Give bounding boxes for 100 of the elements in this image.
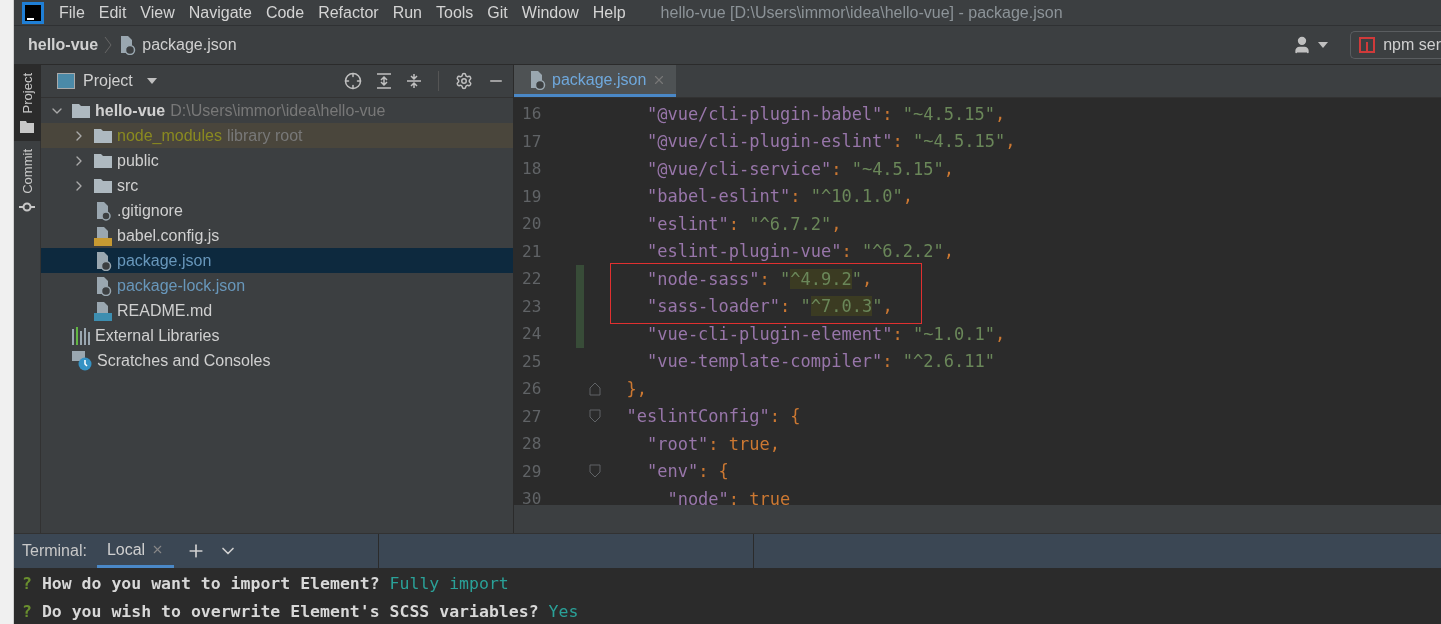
panel-title[interactable]: Project — [83, 72, 133, 90]
tree-item-label: public — [117, 151, 159, 170]
line-number: 20 — [521, 214, 543, 234]
code-line: "eslint-plugin-vue": "^6.2.2", — [645, 241, 955, 262]
tree-item[interactable]: babel.config.js — [41, 223, 513, 248]
ignore-file-icon — [94, 200, 112, 221]
menu-item[interactable]: Tools — [429, 3, 481, 22]
locate-icon[interactable] — [344, 72, 362, 90]
breadcrumb-item[interactable]: hello-vue — [28, 36, 99, 54]
json-file-icon — [94, 250, 112, 271]
tree-item[interactable]: src — [41, 173, 513, 198]
code-line: "sass-loader": "^7.0.3", — [645, 296, 893, 317]
line-number: 29 — [521, 461, 543, 481]
window-icon — [57, 73, 75, 89]
scratches-icon — [72, 350, 92, 371]
tree-item[interactable]: public — [41, 148, 513, 173]
menu-item[interactable]: Edit — [91, 3, 134, 22]
folder-icon — [94, 178, 112, 193]
terminal-label: Terminal: — [21, 542, 88, 560]
code-line: "node": true — [666, 488, 791, 505]
line-number: 19 — [521, 186, 543, 206]
menu-item[interactable]: Window — [514, 3, 586, 22]
menu-item[interactable]: View — [133, 3, 182, 22]
menu-item[interactable]: Navigate — [181, 3, 259, 22]
code-line: "babel-eslint": "^10.1.0", — [645, 186, 914, 207]
tree-item-label: node_modules — [117, 126, 222, 145]
menu-item[interactable]: Run — [385, 3, 429, 22]
line-number: 18 — [521, 159, 543, 179]
app-logo-icon — [22, 1, 44, 24]
tree-item[interactable]: .gitignore — [41, 198, 513, 223]
commit-icon — [19, 202, 35, 213]
fold-icon[interactable] — [589, 381, 601, 396]
menu-item[interactable]: Refactor — [311, 3, 386, 22]
tree-item-label: Scratches and Consoles — [97, 351, 271, 370]
tree-item[interactable]: package.json — [41, 248, 513, 273]
line-number: 22 — [521, 269, 543, 289]
terminal-line: ? How do you want to import Element? Fully import — [22, 573, 510, 595]
terminal-line: ? Do you wish to overwrite Element's SCSS variables? Yes — [22, 601, 580, 623]
tree-item-label: src — [117, 176, 139, 195]
breadcrumb-item[interactable]: package.json — [142, 36, 237, 54]
npm-icon — [1359, 37, 1376, 53]
line-number: 17 — [521, 131, 543, 151]
fold-icon[interactable] — [589, 464, 601, 479]
json-file-icon — [528, 69, 546, 90]
line-number: 28 — [521, 434, 543, 454]
folder-icon — [20, 121, 34, 134]
code-line: "@vue/cli-plugin-eslint": "~4.5.15", — [645, 131, 1016, 152]
settings-icon[interactable] — [455, 72, 473, 90]
line-number: 16 — [521, 104, 543, 124]
tree-item-label: package.json — [117, 251, 212, 270]
tree-item[interactable]: Scratches and Consoles — [41, 348, 513, 373]
collapse-all-icon[interactable] — [406, 73, 422, 89]
side-tab[interactable]: Project — [13, 65, 41, 142]
dropdown-caret-icon[interactable] — [1318, 42, 1329, 48]
code-line: "vue-cli-plugin-element": "~1.0.1", — [645, 323, 1006, 344]
expand-all-icon[interactable] — [376, 73, 392, 89]
line-number: 24 — [521, 324, 543, 344]
json-file-icon — [118, 35, 137, 55]
code-line: "@vue/cli-service": "~4.5.15", — [645, 158, 955, 179]
line-number: 25 — [521, 351, 543, 371]
side-tab[interactable]: Commit — [13, 141, 41, 221]
menu-item[interactable]: Git — [480, 3, 515, 22]
code-line: }, — [625, 378, 647, 399]
menu-item[interactable]: Code — [258, 3, 312, 22]
code-line: "vue-template-compiler": "^2.6.11" — [645, 351, 995, 372]
folder-icon — [94, 153, 112, 168]
code-line: "root": true, — [645, 433, 781, 454]
breadcrumb-separator-icon — [104, 35, 113, 55]
code-line: "node-sass": "^4.9.2", — [645, 268, 873, 289]
json-file-icon — [94, 275, 112, 296]
js-file-icon — [94, 225, 112, 246]
menu-item[interactable]: Help — [585, 3, 633, 22]
tree-item-hint: D:\Users\immor\idea\hello-vue — [170, 101, 386, 120]
line-number: 26 — [521, 379, 543, 399]
fold-icon[interactable] — [589, 409, 601, 424]
libraries-icon — [72, 326, 90, 345]
tree-item-label: hello-vue — [95, 101, 166, 120]
code-line: "eslint": "^6.7.2", — [645, 213, 842, 234]
tree-item-label: package-lock.json — [117, 276, 246, 295]
code-line: "@vue/cli-plugin-babel": "~4.5.15", — [645, 103, 1006, 124]
tree-item[interactable]: README.md — [41, 298, 513, 323]
tree-item-label: External Libraries — [95, 326, 220, 345]
folder-icon — [94, 128, 112, 143]
side-tab-label: Project — [19, 73, 35, 114]
line-number: 30 — [521, 489, 543, 505]
side-tab-label: Commit — [19, 149, 35, 195]
tree-item[interactable]: hello-vue D:\Users\immor\idea\hello-vue — [41, 98, 513, 123]
folder-icon — [72, 103, 90, 118]
tree-item-label: babel.config.js — [117, 226, 220, 245]
code-line: "env": { — [645, 461, 729, 482]
dropdown-caret-icon[interactable] — [146, 78, 157, 84]
menu-item[interactable]: File — [52, 3, 92, 22]
tree-item[interactable]: External Libraries — [41, 323, 513, 348]
tree-item-label: README.md — [117, 301, 213, 320]
window-title: hello-vue [D:\Users\immor\idea\hello-vue] - package.json — [660, 3, 1063, 22]
tree-item-label: .gitignore — [117, 201, 183, 220]
tree-item-hint: library root — [226, 126, 303, 145]
markdown-file-icon — [94, 300, 112, 321]
run-configuration[interactable]: npm ser — [1350, 31, 1441, 59]
code-line: "eslintConfig": { — [625, 406, 801, 427]
